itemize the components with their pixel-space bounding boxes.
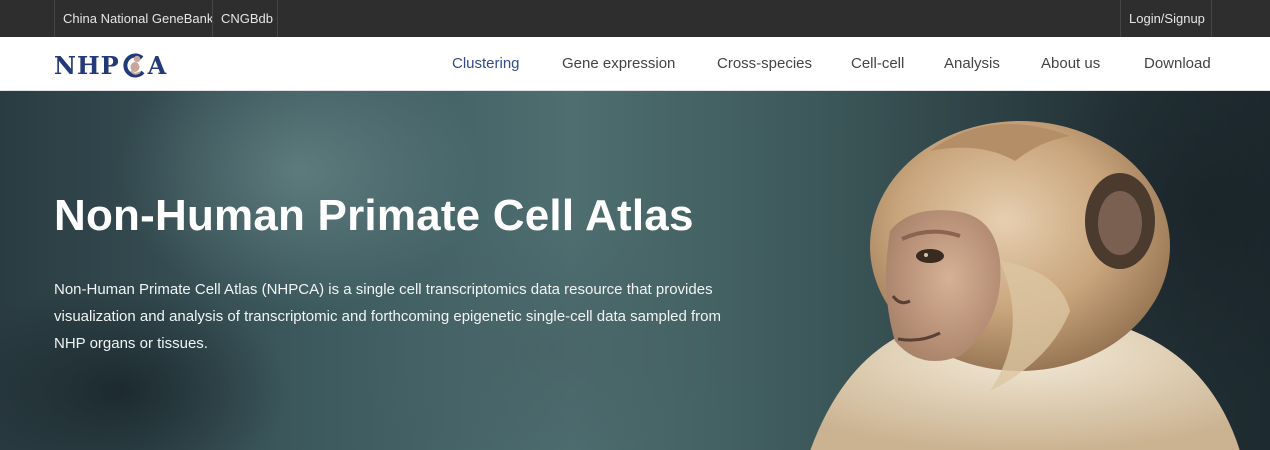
monkey-logo-icon bbox=[123, 53, 145, 78]
nav-download[interactable]: Download bbox=[1144, 37, 1211, 91]
logo-text-left: NHP bbox=[54, 50, 120, 80]
login-signup-link[interactable]: Login/Signup bbox=[1120, 0, 1212, 37]
nav-clustering[interactable]: Clustering bbox=[452, 37, 520, 91]
macaque-photo bbox=[810, 121, 1240, 450]
main-navbar: NHP A Clustering Gene expression Cross-s… bbox=[0, 37, 1270, 91]
hero-description: Non-Human Primate Cell Atlas (NHPCA) is … bbox=[54, 281, 722, 352]
hero-banner: Non-Human Primate Cell Atlas Non-Human P… bbox=[0, 91, 1270, 450]
logo-text-right: A bbox=[147, 50, 168, 80]
link-cngbdb[interactable]: CNGBdb bbox=[212, 0, 278, 37]
nav-analysis[interactable]: Analysis bbox=[944, 37, 1000, 91]
nav-about-us[interactable]: About us bbox=[1041, 37, 1100, 91]
nav-cell-cell[interactable]: Cell-cell bbox=[851, 37, 904, 91]
link-china-national-genebank[interactable]: China National GeneBank bbox=[54, 0, 213, 37]
hero-title: Non-Human Primate Cell Atlas bbox=[54, 191, 694, 240]
site-logo[interactable]: NHP A bbox=[54, 50, 167, 80]
nav-cross-species[interactable]: Cross-species bbox=[717, 37, 812, 91]
nav-gene-expression[interactable]: Gene expression bbox=[562, 37, 675, 91]
top-utility-bar: China National GeneBank CNGBdb Login/Sig… bbox=[0, 0, 1270, 37]
